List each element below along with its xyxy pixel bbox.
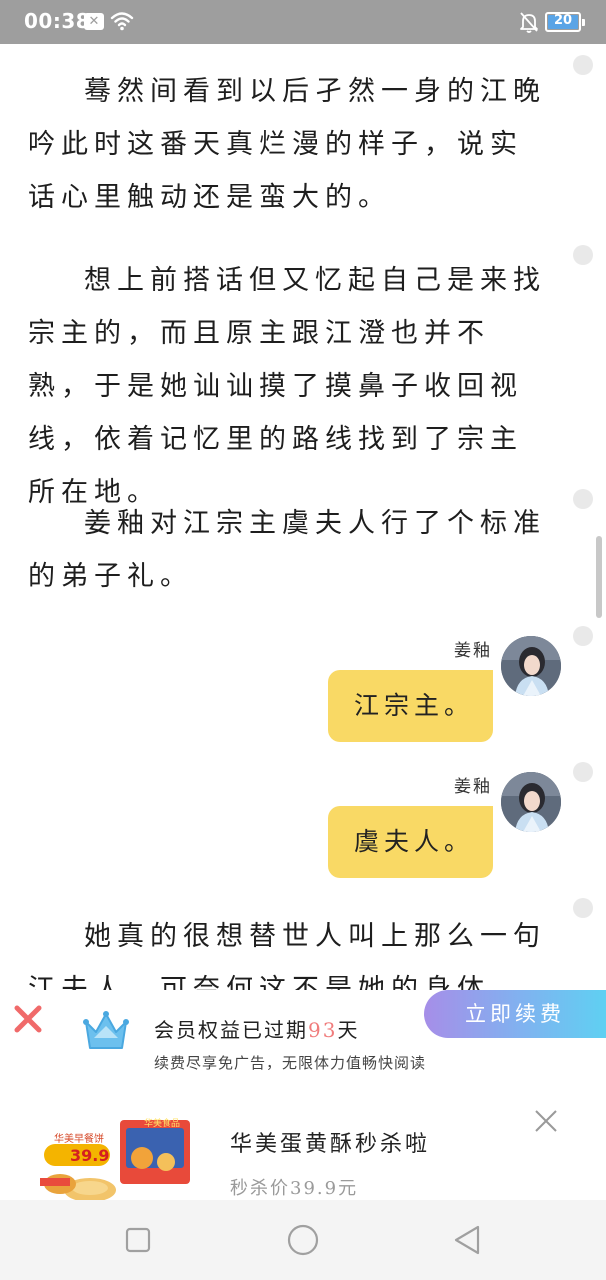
scrollbar[interactable] <box>596 536 602 618</box>
back-icon[interactable] <box>448 1220 488 1260</box>
crown-icon <box>83 1011 129 1049</box>
recent-apps-icon[interactable] <box>118 1220 158 1260</box>
avatar[interactable] <box>501 636 561 696</box>
paragraph-comment-dot[interactable] <box>573 245 593 265</box>
ad-card[interactable]: 华美早餐饼 39.9 华美食品 华美蛋黄酥秒杀啦 秒杀价39.9元 <box>0 1100 606 1200</box>
close-icon[interactable] <box>12 1003 44 1035</box>
chat-bubble: 虞夫人。 <box>328 806 493 878</box>
member-banner: 会员权益已过期93天 续费尽享免广告，无限体力值畅快阅读 立即续费 <box>0 990 606 1082</box>
ad-image-brand: 华美食品 <box>144 1117 180 1129</box>
story-paragraph-2: 想上前搭话但又忆起自己是来找宗主的，而且原主跟江澄也并不熟，于是她讪讪摸了摸鼻子… <box>28 265 546 508</box>
navigation-bar <box>0 1200 606 1280</box>
chat-sender-name: 姜釉 <box>454 777 492 797</box>
ad-image[interactable]: 华美早餐饼 39.9 华美食品 <box>40 1114 192 1200</box>
ad-price: 秒杀价39.9元 <box>230 1178 359 1199</box>
close-icon[interactable] <box>533 1108 559 1134</box>
mute-icon <box>520 12 538 33</box>
chat-bubble: 江宗主。 <box>328 670 493 742</box>
home-icon[interactable] <box>283 1220 323 1260</box>
expired-days: 93 <box>308 1018 338 1042</box>
story-paragraph-1: 蓦然间看到以后孑然一身的江晚吟此时这番天真烂漫的样子，说实话心里触动还是蛮大的。 <box>28 76 546 213</box>
ad-image-price: 39.9 <box>70 1146 109 1165</box>
paragraph-comment-dot[interactable] <box>573 55 593 75</box>
status-time: 00:38 <box>24 9 91 33</box>
ad-image-badge: 华美早餐饼 <box>54 1132 104 1145</box>
status-bar: 00:38 ✕ 20 <box>0 0 606 44</box>
story-paragraph-3: 姜釉对江宗主虞夫人行了个标准的弟子礼。 <box>28 508 546 592</box>
renew-button[interactable]: 立即续费 <box>424 990 606 1038</box>
member-expiry-subtitle: 续费尽享免广告，无限体力值畅快阅读 <box>154 1054 427 1072</box>
paragraph-comment-dot[interactable] <box>573 489 593 509</box>
paragraph-comment-dot[interactable] <box>573 626 593 646</box>
avatar[interactable] <box>501 772 561 832</box>
paragraph-comment-dot[interactable] <box>573 898 593 918</box>
member-expiry-title: 会员权益已过期93天 <box>154 1018 360 1042</box>
chat-message: 姜釉 江宗主。 <box>0 636 606 766</box>
wifi-icon <box>110 12 134 31</box>
chat-message: 姜釉 虞夫人。 <box>0 772 606 902</box>
battery-level: 20 <box>553 13 573 28</box>
chat-sender-name: 姜釉 <box>454 641 492 661</box>
notification-x-icon: ✕ <box>84 13 104 30</box>
paragraph-comment-dot[interactable] <box>573 762 593 782</box>
battery-icon: 20 <box>545 12 585 32</box>
ad-title[interactable]: 华美蛋黄酥秒杀啦 <box>230 1126 430 1158</box>
